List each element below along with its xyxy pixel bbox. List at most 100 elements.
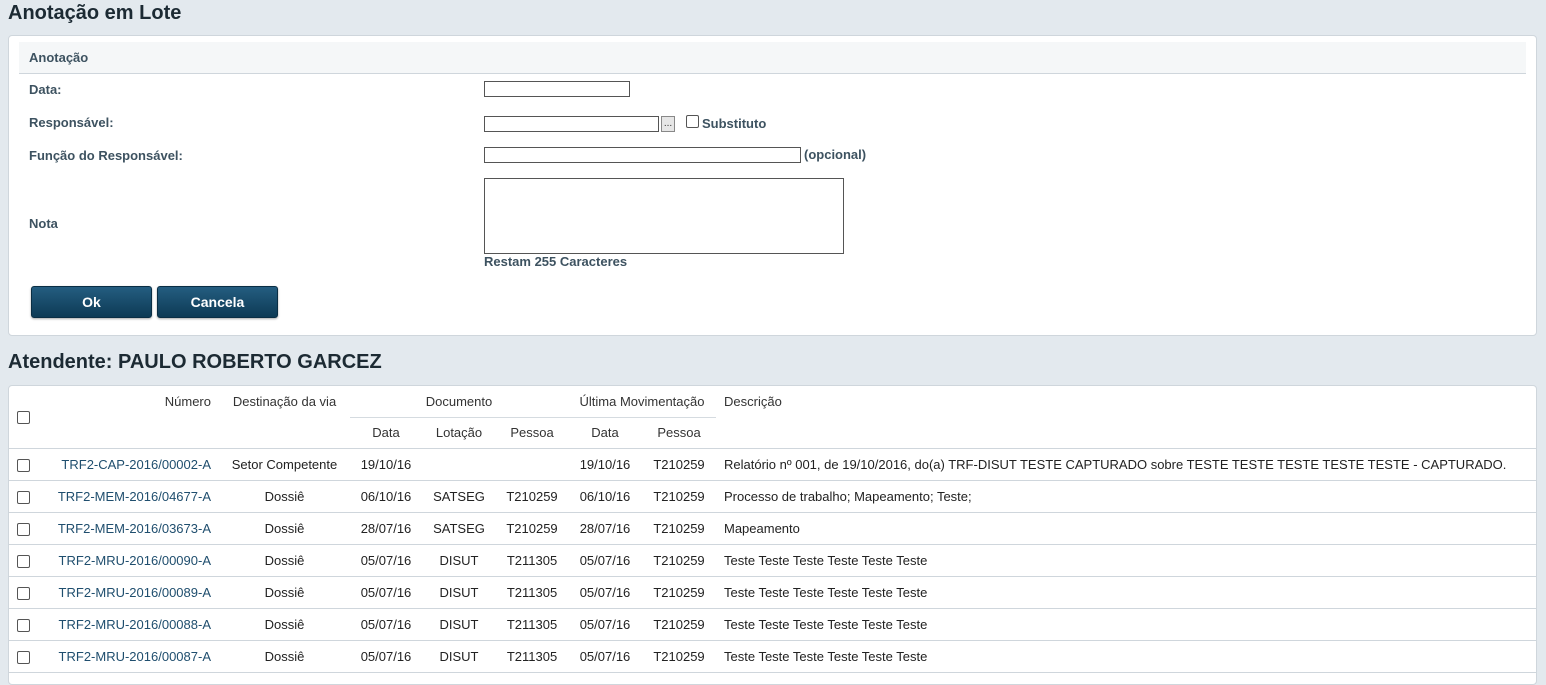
- table-row: TRF2-MRU-2016/00088-A Dossiê 05/07/16 DISUT…: [9, 608, 1536, 641]
- select-all-checkbox[interactable]: [17, 411, 30, 425]
- header-mov-pessoa[interactable]: Pessoa: [642, 416, 716, 448]
- row-checkbox[interactable]: [17, 618, 30, 632]
- row-select-cell: [9, 608, 47, 641]
- row-select-cell: [9, 672, 47, 684]
- data-label: Data:: [29, 82, 62, 97]
- doc-lotacao-cell: DISUT: [422, 576, 496, 609]
- doc-data-cell: [350, 672, 422, 684]
- mov-pessoa-cell: T210259: [642, 544, 716, 577]
- header-select-all-cell: [9, 386, 47, 448]
- document-number-link[interactable]: TRF2-MEM-2016/03673-A: [58, 521, 211, 536]
- ok-button[interactable]: Ok: [31, 286, 152, 318]
- descricao-cell: Teste Teste Teste Teste Teste Teste: [716, 608, 1536, 641]
- doc-pessoa-cell: T210259: [496, 512, 568, 545]
- descricao-cell: Teste Teste Teste Teste Teste Teste: [716, 640, 1536, 673]
- destinacao-cell: Dossiê: [219, 608, 350, 641]
- row-select-cell: [9, 480, 47, 513]
- responsavel-browse-button[interactable]: ...: [661, 116, 675, 132]
- row-select-cell: [9, 576, 47, 609]
- row-select-cell: [9, 512, 47, 545]
- document-number-link[interactable]: TRF2-MRU-2016/00088-A: [59, 617, 211, 632]
- document-number-link[interactable]: TRF2-MEM-2016/04677-A: [58, 489, 211, 504]
- descricao-cell: [716, 672, 1536, 684]
- mov-pessoa-cell: T210259: [642, 608, 716, 641]
- document-number-link[interactable]: TRF2-MRU-2016/00090-A: [59, 553, 211, 568]
- header-destinacao[interactable]: Destinação da via: [219, 386, 350, 448]
- annotation-form-panel: Anotação Data: Responsável: ... Substitu…: [8, 35, 1537, 336]
- mov-pessoa-cell: T210259: [642, 512, 716, 545]
- mov-data-cell: 05/07/16: [568, 544, 642, 577]
- row-checkbox[interactable]: [17, 490, 30, 504]
- header-mov-data[interactable]: Data: [568, 416, 642, 448]
- page-title: Anotação em Lote: [8, 2, 182, 24]
- form-legend: Anotação: [19, 42, 1526, 74]
- destinacao-cell: Dossiê: [219, 544, 350, 577]
- descricao-cell: Mapeamento: [716, 512, 1536, 545]
- table-header-row: Número Destinação da via Documento Últim…: [9, 386, 1536, 425]
- descricao-cell: Relatório nº 001, de 19/10/2016, do(a) T…: [716, 448, 1536, 481]
- remaining-chars-label: Restam 255 Caracteres: [484, 254, 628, 269]
- descricao-cell: Teste Teste Teste Teste Teste Teste: [716, 544, 1536, 577]
- doc-lotacao-cell: DISUT: [422, 640, 496, 673]
- destinacao-cell: Dossiê: [219, 512, 350, 545]
- destinacao-cell: Setor Competente: [219, 448, 350, 481]
- table-row: TRF2-MRU-2016/00090-A Dossiê 05/07/16 DISUT…: [9, 544, 1536, 577]
- header-ultima-movimentacao: Última Movimentação: [579, 393, 705, 409]
- row-checkbox[interactable]: [17, 554, 30, 568]
- table-row: TRF2-MEM-2016/04677-A Dossiê 06/10/16 SATSE…: [9, 480, 1536, 513]
- doc-pessoa-cell: T211305: [496, 640, 568, 673]
- funcao-input[interactable]: [484, 147, 801, 163]
- nota-label: Nota: [29, 216, 58, 231]
- doc-lotacao-cell: SATSEG: [422, 480, 496, 513]
- row-checkbox[interactable]: [17, 650, 30, 664]
- doc-lotacao-cell: [422, 672, 496, 684]
- substituto-checkbox[interactable]: [686, 115, 699, 128]
- opcional-label: (opcional): [804, 147, 867, 162]
- mov-data-cell: 05/07/16: [568, 640, 642, 673]
- doc-lotacao-cell: SATSEG: [422, 512, 496, 545]
- atendente-title: Atendente: PAULO ROBERTO GARCEZ: [8, 351, 382, 373]
- header-descricao[interactable]: Descrição: [716, 386, 1536, 448]
- row-checkbox[interactable]: [17, 586, 30, 600]
- table-body: TRF2-CAP-2016/00002-A Setor Competente 19/…: [9, 448, 1536, 684]
- doc-lotacao-cell: DISUT: [422, 608, 496, 641]
- table-row: TRF2-MRU-2016/00089-A Dossiê 05/07/16 DISUT…: [9, 576, 1536, 609]
- descricao-cell: Teste Teste Teste Teste Teste Teste: [716, 576, 1536, 609]
- document-number-link[interactable]: TRF2-CAP-2016/00002-A: [61, 457, 211, 472]
- document-number-link[interactable]: TRF2-MRU-2016/00087-A: [59, 649, 211, 664]
- mov-pessoa-cell: T210259: [642, 640, 716, 673]
- header-doc-lotacao[interactable]: Lotação: [422, 416, 496, 448]
- header-numero[interactable]: Número: [47, 386, 219, 448]
- destinacao-cell: Dossiê: [219, 640, 350, 673]
- row-checkbox[interactable]: [17, 522, 30, 536]
- doc-pessoa-cell: T211305: [496, 608, 568, 641]
- cancela-button[interactable]: Cancela: [157, 286, 278, 318]
- mov-data-cell: 06/10/16: [568, 480, 642, 513]
- row-select-cell: [9, 640, 47, 673]
- doc-data-cell: 06/10/16: [350, 480, 422, 513]
- mov-data-cell: [568, 672, 642, 684]
- mov-pessoa-cell: T210259: [642, 448, 716, 481]
- doc-pessoa-cell: T211305: [496, 576, 568, 609]
- destinacao-cell: Dossiê: [219, 480, 350, 513]
- table-row: [9, 672, 1536, 684]
- table-row: TRF2-MEM-2016/03673-A Dossiê 28/07/16 SATSE…: [9, 512, 1536, 545]
- destinacao-cell: Dossiê: [219, 576, 350, 609]
- doc-data-cell: 05/07/16: [350, 608, 422, 641]
- documents-table-panel: Número Destinação da via Documento Últim…: [8, 385, 1537, 685]
- header-documento: Documento: [425, 393, 493, 409]
- header-doc-pessoa[interactable]: Pessoa: [496, 416, 568, 448]
- mov-data-cell: 28/07/16: [568, 512, 642, 545]
- row-select-cell: [9, 544, 47, 577]
- table-row: TRF2-CAP-2016/00002-A Setor Competente 19/…: [9, 448, 1536, 481]
- data-input[interactable]: [484, 81, 630, 97]
- nota-textarea[interactable]: [484, 178, 844, 254]
- responsavel-input[interactable]: [484, 116, 659, 132]
- substituto-label: Substituto: [702, 116, 767, 131]
- document-number-link[interactable]: TRF2-MRU-2016/00089-A: [59, 585, 211, 600]
- documents-table: Número Destinação da via Documento Últim…: [9, 386, 1536, 684]
- row-checkbox[interactable]: [17, 458, 30, 472]
- funcao-label: Função do Responsável:: [29, 148, 183, 163]
- doc-data-cell: 05/07/16: [350, 544, 422, 577]
- header-doc-data[interactable]: Data: [350, 416, 422, 448]
